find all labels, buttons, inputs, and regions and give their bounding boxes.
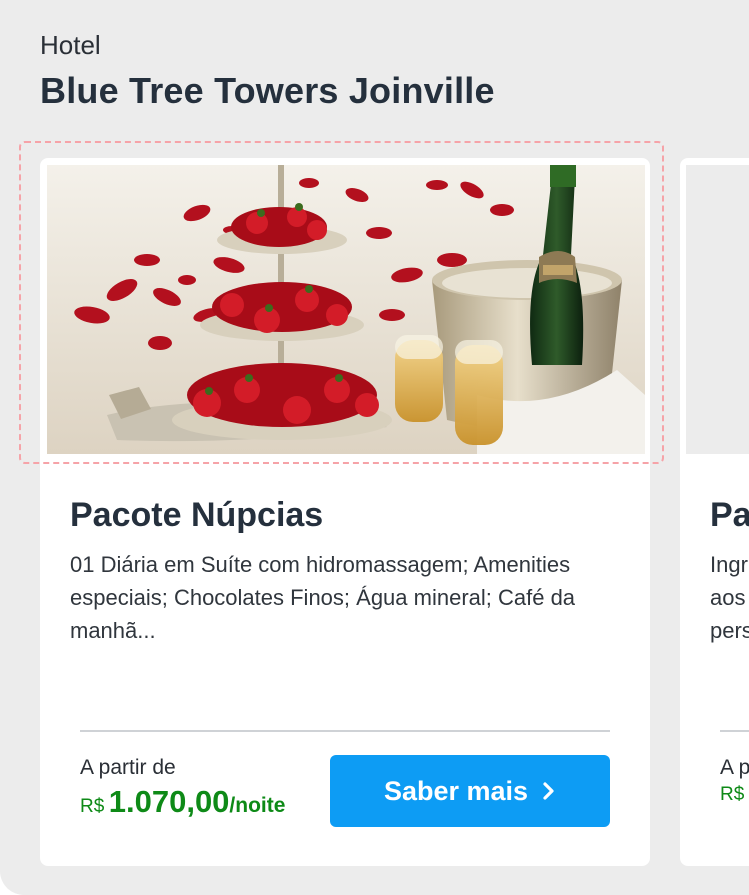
package-description-line: aos bbox=[710, 585, 746, 610]
price-prefix: A partir de bbox=[80, 756, 176, 779]
package-card[interactable]: Pacote Núpcias 01 Diária em Suíte com hi… bbox=[40, 158, 650, 866]
package-description-line: pers bbox=[710, 618, 749, 643]
saber-mais-button[interactable]: Saber mais bbox=[330, 755, 610, 827]
package-price: R$ 1.070,00/noite bbox=[80, 784, 285, 820]
package-price: R$ bbox=[720, 784, 744, 806]
package-description: Ingr aos pers bbox=[710, 548, 749, 647]
package-title: Pacote Núpcias bbox=[70, 496, 324, 534]
price-amount: 1.070,00 bbox=[108, 784, 230, 819]
package-title: Pa bbox=[710, 496, 749, 534]
section-eyebrow: Hotel bbox=[40, 30, 101, 60]
price-currency: R$ bbox=[720, 784, 745, 805]
package-photo[interactable] bbox=[47, 165, 645, 454]
price-currency: R$ bbox=[80, 796, 105, 817]
card-divider bbox=[80, 730, 610, 732]
package-card[interactable]: Pa Ingr aos pers A p R$ bbox=[680, 158, 749, 866]
price-prefix: A p bbox=[720, 756, 749, 779]
hotel-packages-panel: Hotel Blue Tree Towers Joinville Pacote … bbox=[0, 0, 749, 895]
chevron-right-icon bbox=[543, 782, 554, 800]
hotel-name: Blue Tree Towers Joinville bbox=[40, 70, 495, 111]
price-unit: /noite bbox=[229, 794, 286, 817]
package-description-line: Ingr bbox=[710, 552, 748, 577]
package-photo[interactable] bbox=[686, 165, 749, 454]
champagne-strawberries-image bbox=[47, 165, 645, 454]
package-description: 01 Diária em Suíte com hidromassagem; Am… bbox=[70, 552, 576, 643]
saber-mais-label: Saber mais bbox=[383, 775, 529, 806]
card-divider bbox=[720, 730, 749, 732]
